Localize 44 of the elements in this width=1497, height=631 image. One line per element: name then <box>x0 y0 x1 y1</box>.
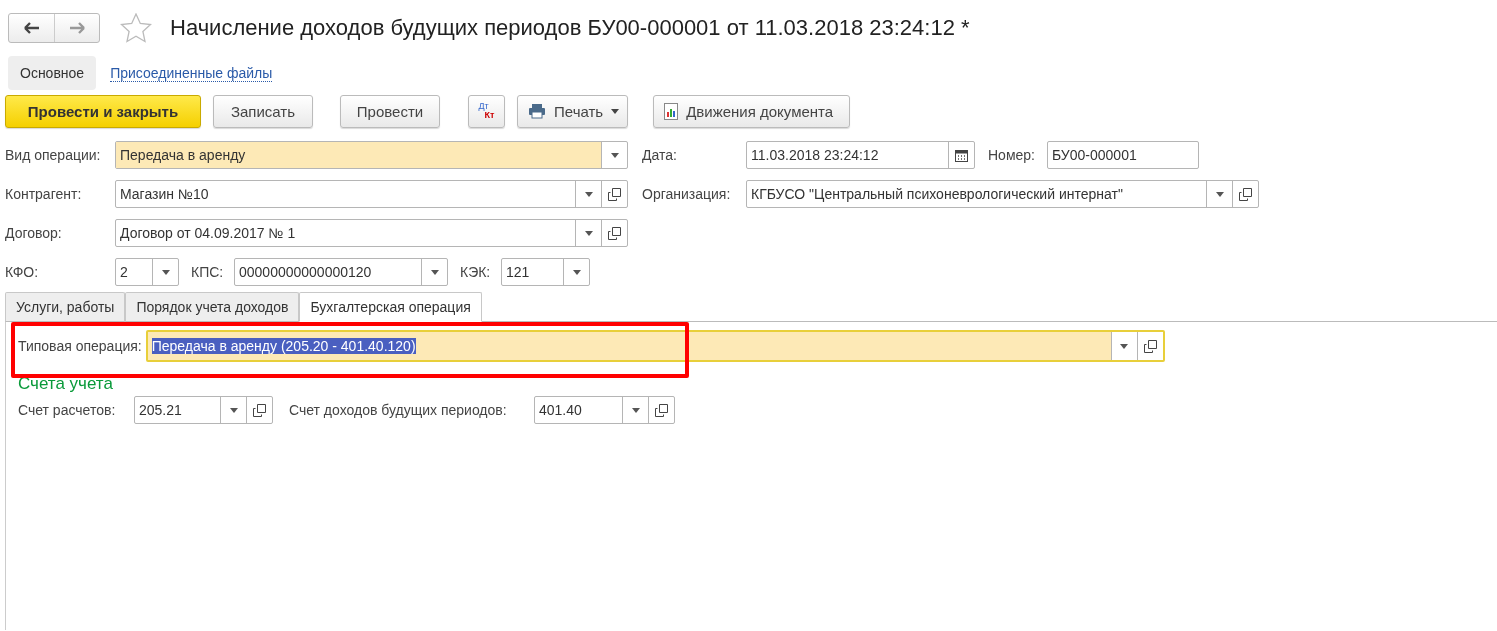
field-label: Счет доходов будущих периодов: <box>289 402 508 418</box>
field-label: КЭК: <box>460 264 492 280</box>
report-chart-icon <box>664 102 679 120</box>
input-field[interactable]: 205.21 <box>134 396 273 424</box>
field-label: Номер: <box>988 147 1036 163</box>
toolbar-button[interactable]: Записать <box>213 94 313 128</box>
typical-operation-field[interactable]: Передача в аренду (205.20 - 401.40.120) <box>145 330 1165 362</box>
debit-credit-button[interactable]: Дт Кт <box>468 94 505 128</box>
selected-text: Передача в аренду (205.20 - 401.40.120) <box>151 338 416 354</box>
field-label: Договор: <box>5 225 63 241</box>
input-field[interactable]: БУ00-000001 <box>1047 141 1199 169</box>
input-field[interactable]: Передача в аренду <box>115 141 628 169</box>
print-menu-button[interactable]: Печать <box>517 94 629 128</box>
field-label: Контрагент: <box>5 186 83 202</box>
field-label: Вид операции: <box>5 147 102 163</box>
section-tab[interactable]: Основное <box>8 56 97 90</box>
field-label: Дата: <box>642 147 678 163</box>
forward-arrow-icon <box>69 22 85 34</box>
post-and-close-button[interactable]: Провести и закрыть <box>5 94 201 128</box>
input-field[interactable]: Договор от 04.09.2017 № 1 <box>115 219 628 247</box>
input-field[interactable]: 401.40 <box>534 396 675 424</box>
field-label: Организация: <box>642 186 732 202</box>
input-field[interactable]: КГБУСО "Центральный психоневрологический интернат" <box>746 180 1259 208</box>
window-title: Начисление доходов будущих периодов БУ00-000001 от 11.03.2018 23:24:12 * <box>170 15 970 41</box>
caret-icon <box>611 108 620 114</box>
field-label: Типовая операция: <box>18 338 142 354</box>
toolbar-button[interactable]: Провести <box>340 94 440 128</box>
printer-icon <box>528 103 546 119</box>
field-label: Счет расчетов: <box>18 402 117 418</box>
input-field[interactable]: 121 <box>501 258 590 286</box>
tab[interactable]: Бухгалтерская операция <box>299 292 482 322</box>
star-icon[interactable] <box>120 13 152 43</box>
input-field[interactable]: 11.03.2018 23:24:12 <box>746 141 975 169</box>
document-movements-button[interactable]: Движения документа <box>653 94 851 128</box>
tab[interactable]: Услуги, работы <box>5 292 126 322</box>
input-field[interactable]: 00000000000000120 <box>234 258 448 286</box>
field-label: КПС: <box>191 264 225 280</box>
section-link[interactable]: Присоединенные файлы <box>110 64 273 82</box>
section-heading: Счета учета <box>18 374 114 394</box>
field-label: КФО: <box>5 264 40 280</box>
input-field[interactable]: 2 <box>115 258 179 286</box>
tab[interactable]: Порядок учета доходов <box>125 292 300 322</box>
input-field[interactable]: Магазин №10 <box>115 180 628 208</box>
back-arrow-icon <box>23 22 40 34</box>
